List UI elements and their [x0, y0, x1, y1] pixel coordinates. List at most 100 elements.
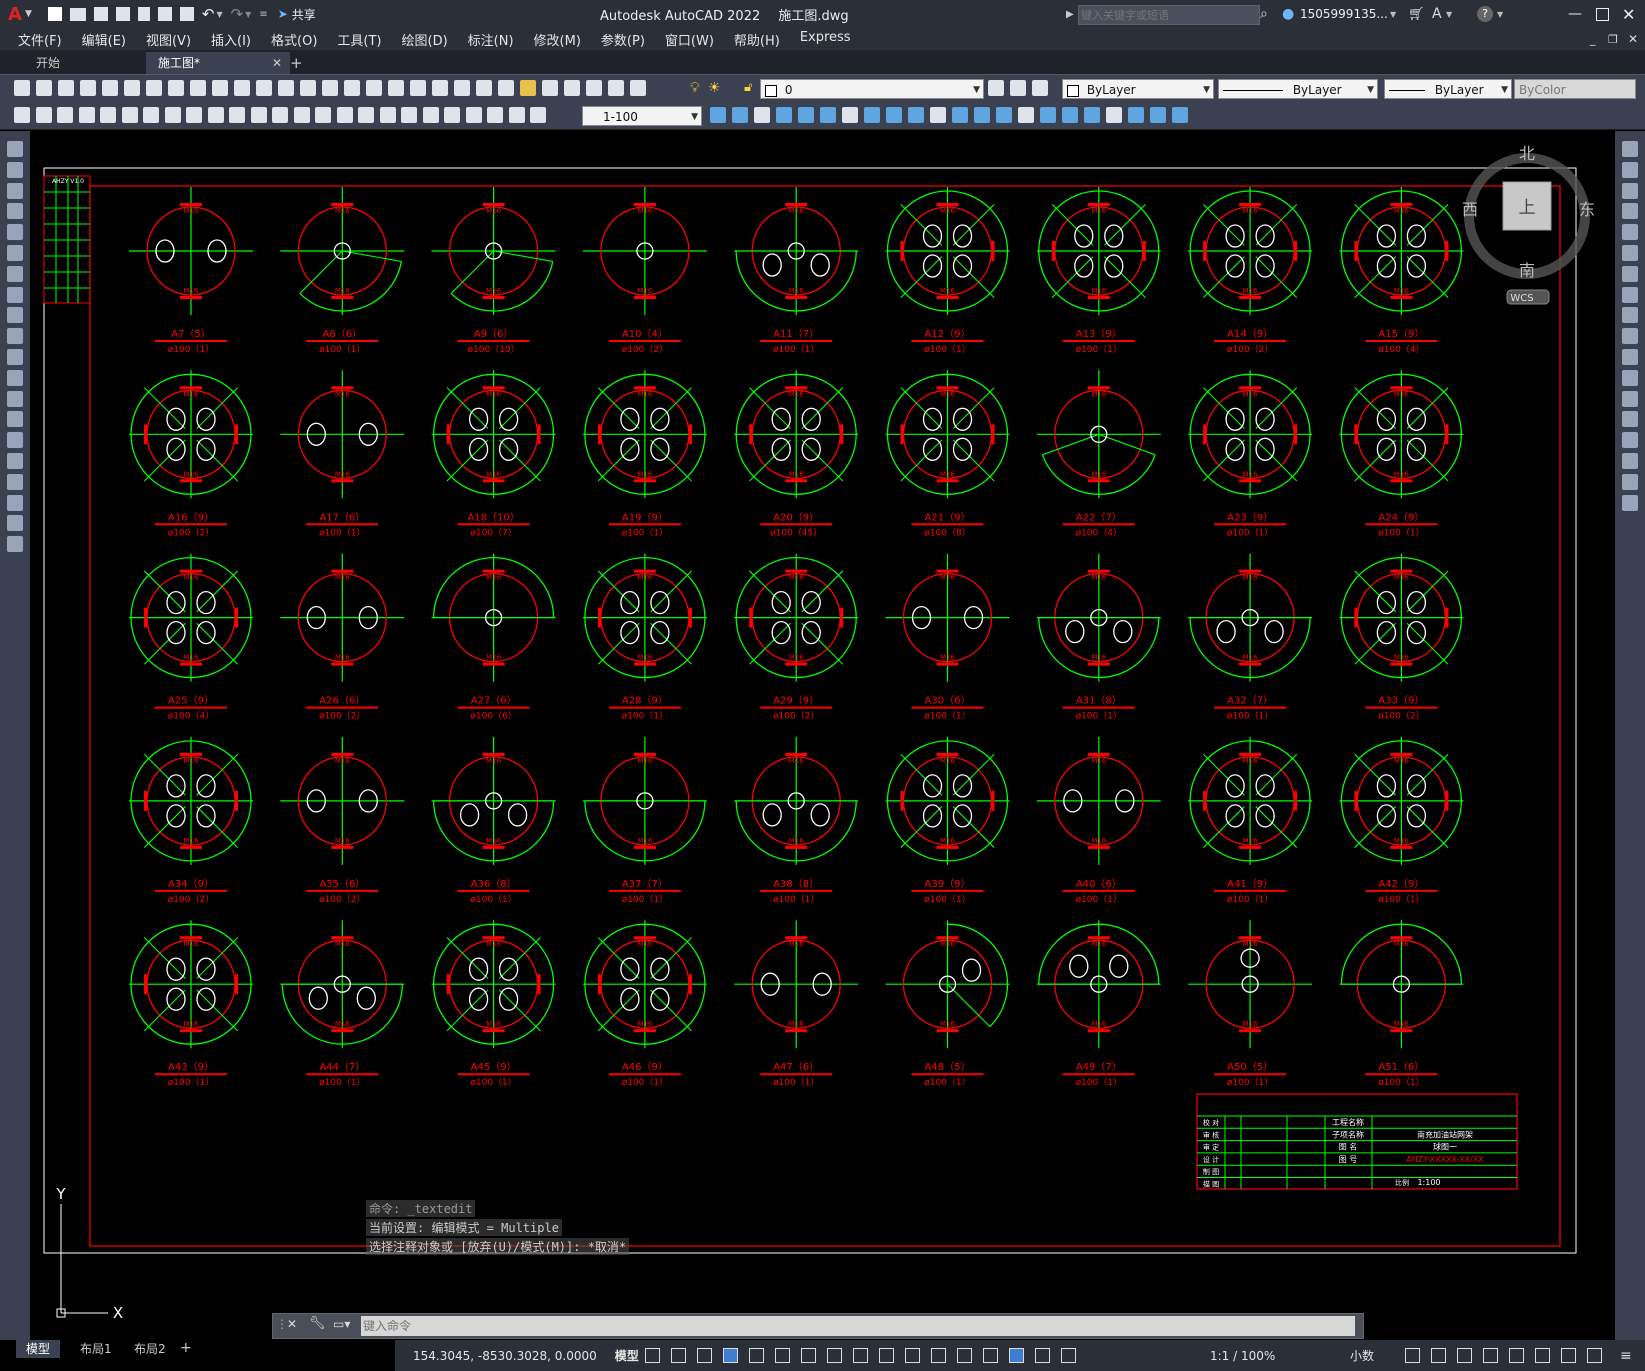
ucs-view-icon[interactable] [820, 107, 836, 123]
auto-scale-icon[interactable] [1060, 1348, 1076, 1363]
ucs-y-icon[interactable] [930, 107, 946, 123]
array-icon[interactable] [1622, 224, 1638, 241]
ellipse-icon[interactable] [7, 328, 23, 345]
dim-linear-icon[interactable] [465, 107, 482, 123]
menu-item[interactable]: 修改(M) [534, 30, 581, 49]
command-history-icon[interactable]: ▭▾ [333, 1317, 350, 1331]
layout-tab-layout1[interactable]: 布局1 [72, 1340, 120, 1358]
layout-tab-layout2[interactable]: 布局2 [126, 1340, 174, 1358]
copy-icon[interactable] [168, 80, 184, 96]
isolate-objects-icon[interactable] [1535, 1348, 1550, 1363]
undo-icon[interactable] [234, 80, 250, 96]
viewcube-north[interactable]: 北 [1519, 144, 1535, 163]
menu-item[interactable]: 标注(N) [468, 30, 514, 49]
spline-icon[interactable] [7, 307, 23, 324]
dim-edit-icon[interactable] [379, 107, 396, 123]
redo-dropdown-icon[interactable]: ▼ [245, 10, 251, 19]
doc-restore-icon[interactable]: ❐ [1608, 33, 1618, 46]
menu-item[interactable]: 工具(T) [337, 30, 381, 49]
chamfer-icon[interactable] [1622, 432, 1638, 449]
command-input[interactable] [361, 1316, 1355, 1336]
layer-properties-icon[interactable] [520, 80, 536, 96]
plotstyle-dropdown[interactable]: ByColor [1514, 79, 1636, 99]
search-icon[interactable]: ⌕ [1260, 6, 1268, 22]
dim-aligned-icon[interactable] [487, 107, 503, 123]
redo-icon[interactable]: ↷ [231, 5, 244, 23]
viewcube-top[interactable]: 上 [1519, 198, 1536, 218]
blend-icon[interactable] [1622, 473, 1638, 490]
ucs-icon[interactable] [710, 107, 726, 123]
new-icon[interactable] [564, 80, 580, 96]
layer-lock-icon[interactable]: 🔓︎ [744, 80, 752, 95]
polar-icon[interactable] [748, 1348, 764, 1363]
save-icon[interactable] [58, 80, 74, 96]
ucs-x-icon[interactable] [908, 107, 924, 123]
isodraft-icon[interactable] [774, 1348, 790, 1363]
menu-item[interactable]: 参数(P) [601, 30, 645, 49]
break-at-point-icon[interactable] [1622, 369, 1638, 386]
object-snap-icon[interactable] [826, 1348, 842, 1363]
construction-line-icon[interactable] [7, 161, 23, 178]
user-icon[interactable]: ● [1282, 6, 1294, 22]
color-dropdown[interactable]: ByLayer ▼ [1062, 79, 1214, 99]
dim-ordinate-icon[interactable] [78, 107, 95, 123]
drawing-canvas[interactable]: AHZY V1.0 M16 M16 A7（5） ø100（1） M16 M16 A8（6） ø… [30, 131, 1615, 1340]
app-menu-chevron-icon[interactable]: ▼ [25, 9, 32, 19]
ucs-view-icon[interactable] [1172, 107, 1188, 123]
move-icon[interactable] [1622, 245, 1638, 261]
markup-icon[interactable] [454, 80, 470, 96]
linetype-dropdown[interactable]: ByLayer ▼ [1218, 79, 1378, 99]
ellipse-arc-icon[interactable] [7, 349, 23, 365]
calculator-icon[interactable] [476, 80, 492, 96]
region-icon[interactable] [7, 473, 23, 490]
annotation-visibility-icon[interactable] [1034, 1348, 1050, 1363]
ortho-icon[interactable] [722, 1348, 738, 1363]
maximize-icon[interactable] [1596, 8, 1609, 21]
print-icon[interactable] [630, 80, 646, 96]
tab-start[interactable]: 开始 [24, 52, 148, 74]
layer-previous-icon[interactable] [1010, 80, 1026, 96]
tab-drawing[interactable]: 施工图* ✕ [146, 52, 290, 74]
ucs-z-axis-icon[interactable] [864, 107, 880, 123]
pan-icon[interactable] [278, 80, 294, 96]
ucs-object-icon[interactable] [1150, 107, 1166, 123]
hatch-icon[interactable] [7, 432, 23, 449]
user-name[interactable]: 1505999135... [1300, 7, 1388, 21]
visual-style-icon[interactable] [1018, 107, 1034, 123]
publish-icon[interactable] [124, 80, 140, 96]
command-close-icon[interactable]: ✕ [287, 1317, 297, 1331]
table-icon[interactable] [7, 494, 23, 511]
dimscale-dropdown[interactable]: 1-100 ▼ [582, 106, 702, 126]
lock-ui-icon[interactable] [1509, 1348, 1524, 1363]
dim-text-edit-icon[interactable] [401, 107, 417, 123]
design-center-icon[interactable] [388, 80, 404, 96]
dim-diameter-icon[interactable] [143, 107, 159, 123]
scale-icon[interactable] [1622, 286, 1638, 303]
dim-break-icon[interactable] [272, 107, 288, 123]
gradient-icon[interactable] [7, 453, 23, 469]
make-block-icon[interactable] [7, 390, 23, 407]
ucs-world-icon[interactable] [1084, 107, 1100, 123]
stretch-icon[interactable] [1622, 307, 1638, 324]
doc-minimize-icon[interactable]: _ [1590, 33, 1596, 46]
viewcube-west[interactable]: 西 [1462, 200, 1478, 219]
arc-icon[interactable] [7, 245, 23, 261]
dim-style-icon[interactable] [444, 107, 460, 123]
publish-icon[interactable] [137, 7, 150, 21]
a360-dropdown-icon[interactable]: ▼ [1446, 10, 1452, 19]
layout-tab-model[interactable]: 模型 [16, 1340, 61, 1358]
properties-icon[interactable] [366, 80, 382, 96]
dim-arc-icon[interactable] [57, 107, 73, 123]
save-icon[interactable] [608, 80, 624, 96]
dim-linear-icon[interactable] [14, 107, 30, 123]
dynamic-ucs-icon[interactable] [956, 1348, 972, 1363]
join-icon[interactable] [1622, 411, 1638, 428]
undo-dropdown-icon[interactable]: ▼ [216, 10, 222, 19]
coordinates-readout[interactable]: 154.3045, -8530.3028, 0.0000 [413, 1349, 597, 1363]
revision-cloud-icon[interactable] [7, 286, 23, 303]
add-selected-icon[interactable] [7, 536, 23, 553]
dim-arc-icon[interactable] [508, 107, 525, 123]
search-input[interactable] [1078, 5, 1260, 25]
dim-continue-icon[interactable] [229, 107, 245, 123]
plot-icon[interactable] [157, 7, 172, 21]
